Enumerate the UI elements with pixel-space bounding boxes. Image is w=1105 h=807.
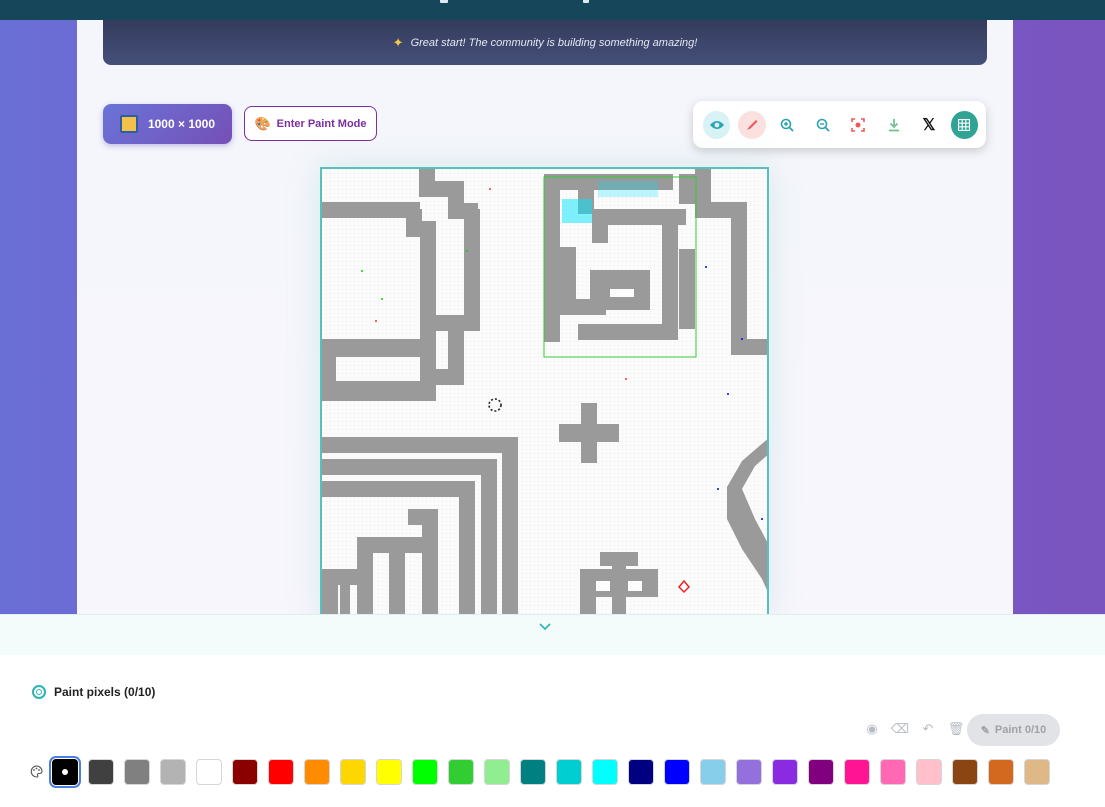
color-swatch-6[interactable]	[268, 759, 294, 785]
color-swatch-13[interactable]	[520, 759, 546, 785]
color-swatch-12[interactable]	[484, 759, 510, 785]
focus-icon[interactable]	[845, 111, 872, 139]
paint-controls: ◉ ⌫ ↶ 🗑	[858, 721, 970, 737]
color-swatch-14[interactable]	[556, 759, 582, 785]
sparkle-icon: ✦	[392, 34, 404, 50]
color-swatch-8[interactable]	[340, 759, 366, 785]
logo-icon	[440, 0, 448, 3]
preview-eye-icon[interactable]: ◉	[858, 721, 886, 737]
chevron-down-icon[interactable]	[538, 620, 552, 634]
color-swatch-17[interactable]	[664, 759, 690, 785]
paint-pixels-header: Paint pixels (0/10)	[32, 685, 155, 699]
download-icon[interactable]	[880, 111, 907, 139]
color-swatch-22[interactable]	[844, 759, 870, 785]
canvas-toolbar: 𝕏	[693, 101, 986, 148]
paint-submit-button[interactable]: ✎ Paint 0/10	[967, 714, 1060, 746]
dimensions-label: 1000 × 1000	[147, 117, 216, 131]
zoom-in-icon[interactable]	[774, 111, 801, 139]
banner-message: Great start! The community is building s…	[410, 36, 698, 49]
eraser-icon[interactable]: ⌫	[886, 721, 914, 737]
palette-icon: 🎨	[254, 115, 271, 131]
status-banner: ✦ Great start! The community is building…	[103, 20, 987, 65]
paint-mode-label: Enter Paint Mode	[276, 117, 367, 130]
color-swatch-20[interactable]	[772, 759, 798, 785]
x-logo-icon[interactable]: 𝕏	[915, 111, 942, 139]
color-swatch-5[interactable]	[232, 759, 258, 785]
color-swatches	[49, 756, 1060, 788]
color-swatch-0[interactable]	[49, 756, 81, 788]
enter-paint-mode-button[interactable]: 🎨 Enter Paint Mode	[244, 106, 377, 141]
grid-icon[interactable]	[950, 110, 978, 139]
picture-frame-icon	[119, 115, 138, 133]
color-swatch-23[interactable]	[880, 759, 906, 785]
color-swatch-27[interactable]	[1024, 759, 1050, 785]
color-swatch-25[interactable]	[952, 759, 978, 785]
target-icon	[32, 685, 46, 699]
brush-icon[interactable]	[738, 110, 766, 139]
title-fragment-icon	[583, 0, 589, 3]
color-swatch-1[interactable]	[88, 759, 114, 785]
color-swatch-15[interactable]	[592, 759, 618, 785]
paint-pixels-title: Paint pixels (0/10)	[54, 685, 156, 699]
color-swatch-7[interactable]	[304, 759, 330, 785]
color-swatch-16[interactable]	[628, 759, 654, 785]
brush-submit-icon: ✎	[980, 724, 990, 737]
color-swatch-18[interactable]	[700, 759, 726, 785]
paint-submit-label: Paint 0/10	[994, 724, 1047, 736]
eye-icon[interactable]	[703, 110, 731, 139]
canvas-artwork	[322, 169, 767, 615]
pixel-canvas[interactable]	[320, 167, 769, 617]
top-navbar	[0, 0, 1105, 20]
trash-icon[interactable]: 🗑	[942, 721, 970, 737]
color-swatch-3[interactable]	[160, 759, 186, 785]
color-swatch-21[interactable]	[808, 759, 834, 785]
color-swatch-26[interactable]	[988, 759, 1014, 785]
color-swatch-2[interactable]	[124, 759, 150, 785]
color-swatch-10[interactable]	[412, 759, 438, 785]
color-swatch-4[interactable]	[196, 759, 222, 785]
panel-collapse-bar[interactable]	[0, 614, 1105, 656]
color-palette-icon	[30, 765, 43, 781]
undo-icon[interactable]: ↶	[914, 721, 942, 737]
color-swatch-19[interactable]	[736, 759, 762, 785]
zoom-out-icon[interactable]	[809, 111, 836, 139]
color-swatch-24[interactable]	[916, 759, 942, 785]
color-swatch-9[interactable]	[376, 759, 402, 785]
color-swatch-11[interactable]	[448, 759, 474, 785]
canvas-dimensions-button[interactable]: 1000 × 1000	[103, 104, 232, 144]
